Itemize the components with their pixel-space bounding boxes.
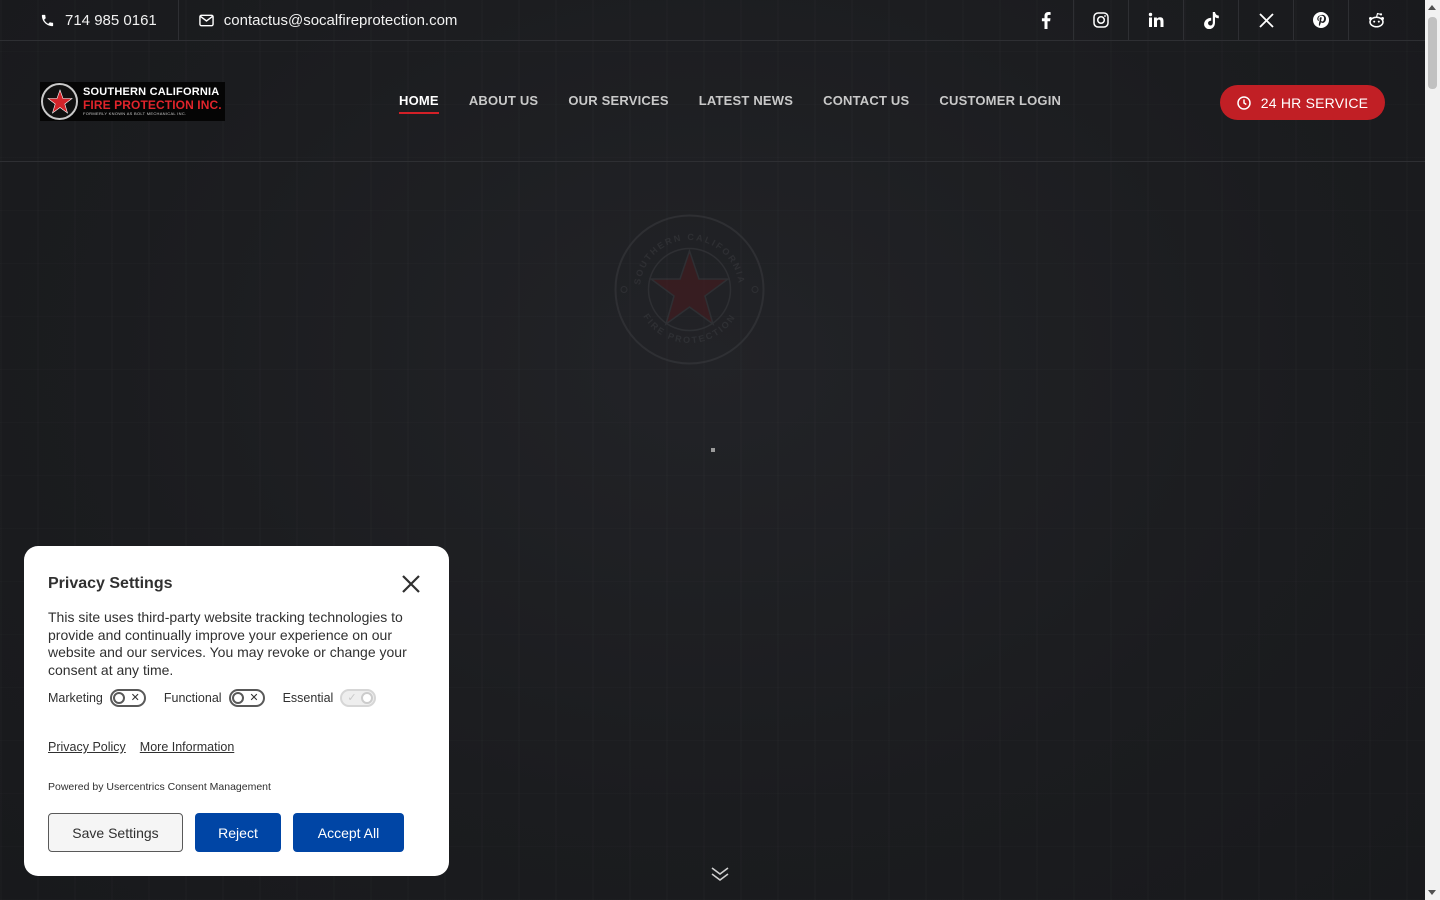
- check-icon: ✓: [347, 692, 357, 704]
- hero-emblem: SOUTHERN CALIFORNIA FIRE PROTECTION: [614, 214, 765, 365]
- functional-label: Functional: [163, 691, 222, 705]
- pinterest-icon: [1313, 12, 1329, 28]
- clock-icon: [1237, 95, 1251, 110]
- pinterest-link[interactable]: [1293, 0, 1348, 41]
- loading-indicator: [711, 448, 715, 452]
- close-icon[interactable]: [401, 574, 421, 594]
- toggle-off-icon: ✕: [249, 692, 259, 704]
- logo-line-3: FORMERLY KNOWN AS BOLT MECHANICAL INC.: [83, 111, 187, 116]
- page-scrollbar[interactable]: [1425, 0, 1440, 900]
- scroll-down-arrow-icon[interactable]: [1428, 890, 1436, 895]
- x-icon: [1258, 12, 1274, 28]
- email-address: contactus@socalfireprotection.com: [223, 11, 458, 29]
- scroll-up-arrow-icon[interactable]: [1428, 5, 1436, 10]
- nav-latest-news[interactable]: LATEST NEWS: [699, 93, 793, 114]
- privacy-links: Privacy Policy More Information: [48, 740, 234, 754]
- email-contact[interactable]: contactus@socalfireprotection.com: [177, 0, 479, 41]
- privacy-policy-link[interactable]: Privacy Policy: [48, 740, 126, 754]
- cta-label: 24 HR SERVICE: [1260, 94, 1369, 111]
- consent-toggles: Marketing ✕ Functional ✕ Essential ✓: [48, 689, 394, 707]
- logo-seal: [41, 83, 78, 120]
- marketing-toggle-group: Marketing ✕: [48, 689, 146, 707]
- essential-toggle-group: Essential ✓: [283, 689, 377, 707]
- 24-hr-service-button[interactable]: 24 HR SERVICE: [1220, 85, 1385, 120]
- facebook-link[interactable]: [1018, 0, 1073, 41]
- more-information-link[interactable]: More Information: [140, 740, 234, 754]
- main-nav: HOME ABOUT US OUR SERVICES LATEST NEWS C…: [399, 93, 1061, 114]
- marketing-label: Marketing: [48, 691, 103, 705]
- toggle-off-icon: ✕: [130, 692, 140, 704]
- nav-home[interactable]: HOME: [399, 93, 439, 114]
- logo-line-2: FIRE PROTECTION INC.: [83, 98, 222, 112]
- scrollbar-thumb[interactable]: [1428, 17, 1437, 89]
- phone-contact[interactable]: 714 985 0161: [0, 0, 178, 41]
- reject-button[interactable]: Reject: [195, 813, 281, 852]
- privacy-description: This site uses third-party website track…: [48, 609, 407, 678]
- nav-about-us[interactable]: ABOUT US: [469, 93, 539, 114]
- nav-customer-login[interactable]: CUSTOMER LOGIN: [939, 93, 1061, 114]
- nav-contact-us[interactable]: CONTACT US: [823, 93, 909, 114]
- essential-toggle: ✓: [340, 689, 377, 707]
- x-link[interactable]: [1238, 0, 1293, 41]
- powered-by-text: Powered by Usercentrics Consent Manageme…: [48, 781, 271, 793]
- emblem-text-bottom: FIRE PROTECTION: [641, 312, 735, 345]
- facebook-icon: [1041, 11, 1051, 29]
- envelope-icon: [199, 14, 214, 27]
- accept-all-button[interactable]: Accept All: [293, 813, 404, 852]
- nav-our-services[interactable]: OUR SERVICES: [568, 93, 668, 114]
- site-logo[interactable]: SOUTHERN CALIFORNIA FIRE PROTECTION INC.…: [40, 82, 225, 121]
- functional-toggle-group: Functional ✕: [164, 689, 265, 707]
- scroll-down-icon[interactable]: [710, 866, 730, 882]
- phone-icon: [40, 13, 55, 28]
- save-settings-button[interactable]: Save Settings: [48, 813, 183, 852]
- linkedin-link[interactable]: [1128, 0, 1183, 41]
- phone-number: 714 985 0161: [65, 11, 157, 29]
- functional-toggle[interactable]: ✕: [228, 689, 265, 707]
- logo-line-1: SOUTHERN CALIFORNIA: [83, 86, 220, 98]
- privacy-settings-dialog: Privacy Settings This site uses third-pa…: [24, 546, 449, 876]
- top-bar: 714 985 0161 contactus@socalfireprotecti…: [0, 0, 1425, 41]
- site-header: SOUTHERN CALIFORNIA FIRE PROTECTION INC.…: [0, 41, 1425, 162]
- essential-label: Essential: [282, 691, 334, 705]
- privacy-title: Privacy Settings: [48, 575, 173, 592]
- linkedin-icon: [1148, 12, 1164, 27]
- social-links: [1018, 0, 1403, 41]
- marketing-toggle[interactable]: ✕: [109, 689, 146, 707]
- reddit-link[interactable]: [1348, 0, 1403, 41]
- instagram-link[interactable]: [1073, 0, 1128, 41]
- reddit-icon: [1368, 12, 1384, 28]
- instagram-icon: [1093, 12, 1109, 28]
- svg-text:FIRE PROTECTION: FIRE PROTECTION: [641, 312, 737, 345]
- tiktok-link[interactable]: [1183, 0, 1238, 41]
- tiktok-icon: [1203, 11, 1219, 29]
